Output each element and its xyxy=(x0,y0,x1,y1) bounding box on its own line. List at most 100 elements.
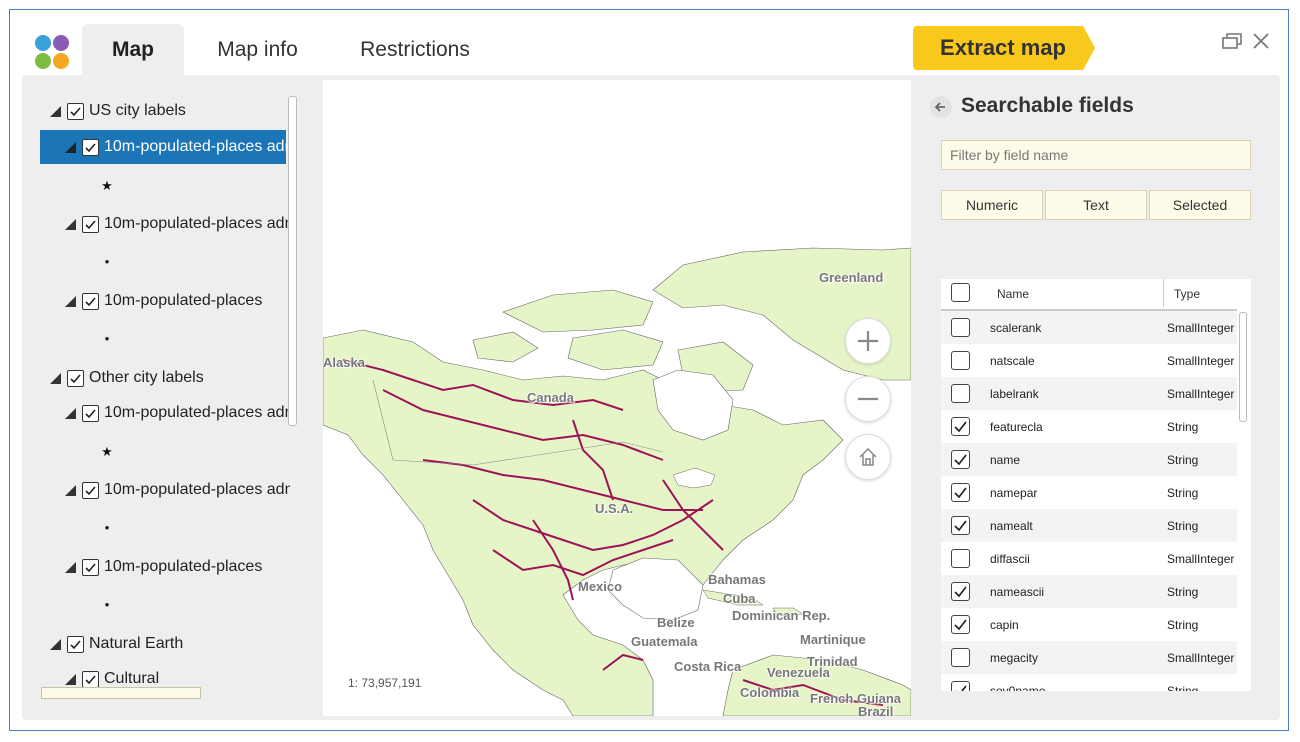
layer-checkbox[interactable] xyxy=(82,558,99,576)
table-row[interactable]: megacity SmallInteger xyxy=(941,641,1237,674)
table-row[interactable]: name String xyxy=(941,443,1237,476)
tab-map-info[interactable]: Map info xyxy=(200,24,315,76)
layer-item-us-city-labels[interactable]: US city labels xyxy=(50,94,186,128)
field-checkbox[interactable] xyxy=(951,483,970,502)
home-button[interactable] xyxy=(845,434,891,480)
restore-window-icon[interactable] xyxy=(1221,30,1243,52)
layer-tree-scrollbar[interactable] xyxy=(288,96,297,426)
layer-checkbox[interactable] xyxy=(67,635,84,653)
layer-item-populated-places[interactable]: 10m-populated-places xyxy=(65,550,262,584)
table-row[interactable]: featurecla String xyxy=(941,410,1237,443)
collapse-triangle-icon[interactable] xyxy=(65,673,76,685)
table-row[interactable]: sov0name String xyxy=(941,674,1237,691)
column-header-name[interactable]: Name xyxy=(997,287,1029,301)
table-row[interactable]: diffascii SmallInteger xyxy=(941,542,1237,575)
map-label-venezuela: Venezuela xyxy=(767,665,830,680)
field-checkbox[interactable] xyxy=(951,516,970,535)
layer-label: 10m-populated-places xyxy=(104,558,263,575)
back-arrow-icon[interactable] xyxy=(930,96,952,118)
layer-tree: US city labels 10m-populated-places adm0… xyxy=(40,94,290,690)
layer-checkbox[interactable] xyxy=(82,138,99,156)
layer-item-adm0-selected[interactable]: 10m-populated-places adm0 xyxy=(40,130,290,164)
field-name: sov0name xyxy=(990,684,1046,691)
collapse-triangle-icon[interactable] xyxy=(50,638,61,650)
layer-label: 10m-populated-places adm1 xyxy=(104,481,290,498)
field-checkbox[interactable] xyxy=(951,582,970,601)
layer-checkbox[interactable] xyxy=(67,102,84,120)
field-type: SmallInteger xyxy=(1167,354,1235,368)
filter-numeric-button[interactable]: Numeric xyxy=(941,190,1043,220)
collapse-triangle-icon[interactable] xyxy=(65,141,76,153)
minus-icon xyxy=(858,397,878,401)
field-checkbox[interactable] xyxy=(951,384,970,403)
field-checkbox[interactable] xyxy=(951,417,970,436)
field-checkbox[interactable] xyxy=(951,549,970,568)
field-name: scalerank xyxy=(990,321,1042,335)
layer-item-adm1[interactable]: 10m-populated-places adm1 xyxy=(65,207,290,241)
field-checkbox[interactable] xyxy=(951,450,970,469)
collapse-triangle-icon[interactable] xyxy=(50,372,61,384)
layer-tree-horizontal-scrollbar[interactable] xyxy=(41,687,201,699)
layer-label: 10m-populated-places adm1 xyxy=(104,215,290,232)
zoom-in-button[interactable] xyxy=(845,318,891,364)
layer-item-adm1[interactable]: 10m-populated-places adm1 xyxy=(65,473,290,507)
layer-item-natural-earth[interactable]: Natural Earth xyxy=(50,627,183,661)
layer-checkbox[interactable] xyxy=(82,404,99,422)
collapse-triangle-icon[interactable] xyxy=(65,218,76,230)
layer-checkbox[interactable] xyxy=(82,670,99,688)
fields-table-scrollbar[interactable] xyxy=(1239,312,1247,422)
field-name: nameascii xyxy=(990,585,1045,599)
field-name: namepar xyxy=(990,486,1038,500)
layer-item-populated-places[interactable]: 10m-populated-places xyxy=(65,284,262,318)
filter-field-input[interactable] xyxy=(941,140,1251,170)
layer-item-adm0[interactable]: 10m-populated-places adm0 xyxy=(65,396,290,430)
table-row[interactable]: capin String xyxy=(941,608,1237,641)
extract-map-button[interactable]: Extract map xyxy=(913,26,1095,70)
table-row[interactable]: namealt String xyxy=(941,509,1237,542)
field-type: String xyxy=(1167,618,1199,632)
field-type: String xyxy=(1167,684,1199,691)
table-row[interactable]: labelrank SmallInteger xyxy=(941,377,1237,410)
collapse-triangle-icon[interactable] xyxy=(65,295,76,307)
layer-checkbox[interactable] xyxy=(82,292,99,310)
layer-checkbox[interactable] xyxy=(67,369,84,387)
tab-map[interactable]: Map xyxy=(82,24,184,76)
table-row[interactable]: namepar String xyxy=(941,476,1237,509)
field-checkbox[interactable] xyxy=(951,681,970,691)
field-name: name xyxy=(990,453,1021,467)
field-name: namealt xyxy=(990,519,1033,533)
field-checkbox[interactable] xyxy=(951,615,970,634)
select-all-checkbox[interactable] xyxy=(951,283,970,302)
collapse-triangle-icon[interactable] xyxy=(65,561,76,573)
zoom-out-button[interactable] xyxy=(845,376,891,422)
layer-item-other-city-labels[interactable]: Other city labels xyxy=(50,361,204,395)
collapse-triangle-icon[interactable] xyxy=(50,105,61,117)
field-type: SmallInteger xyxy=(1167,651,1235,665)
layer-label: Other city labels xyxy=(89,369,204,386)
layer-checkbox[interactable] xyxy=(82,215,99,233)
field-checkbox[interactable] xyxy=(951,318,970,337)
filter-selected-button[interactable]: Selected xyxy=(1149,190,1251,220)
table-row[interactable]: natscale SmallInteger xyxy=(941,344,1237,377)
collapse-triangle-icon[interactable] xyxy=(65,484,76,496)
layer-checkbox[interactable] xyxy=(82,481,99,499)
map-label-greenland: Greenland xyxy=(819,270,884,285)
layer-item-cultural[interactable]: Cultural xyxy=(65,662,159,690)
field-checkbox[interactable] xyxy=(951,648,970,667)
close-icon[interactable] xyxy=(1250,30,1272,52)
field-type: String xyxy=(1167,420,1199,434)
map-label-colombia: Colombia xyxy=(740,685,800,700)
fields-table: Name Type scalerank SmallInteger natscale S… xyxy=(941,279,1251,691)
table-row[interactable]: scalerank SmallInteger xyxy=(941,311,1237,344)
map-label-bahamas: Bahamas xyxy=(708,572,766,587)
dot-symbol-icon: • xyxy=(104,520,110,535)
table-row[interactable]: nameascii String xyxy=(941,575,1237,608)
map-view[interactable]: Greenland Alaska Canada U.S.A. Mexico Ba… xyxy=(323,80,911,716)
column-header-type[interactable]: Type xyxy=(1174,287,1200,301)
field-checkbox[interactable] xyxy=(951,351,970,370)
collapse-triangle-icon[interactable] xyxy=(65,407,76,419)
filter-text-button[interactable]: Text xyxy=(1045,190,1147,220)
home-icon xyxy=(859,447,877,466)
layer-label: 10m-populated-places xyxy=(104,292,263,309)
tab-restrictions[interactable]: Restrictions xyxy=(345,24,485,76)
